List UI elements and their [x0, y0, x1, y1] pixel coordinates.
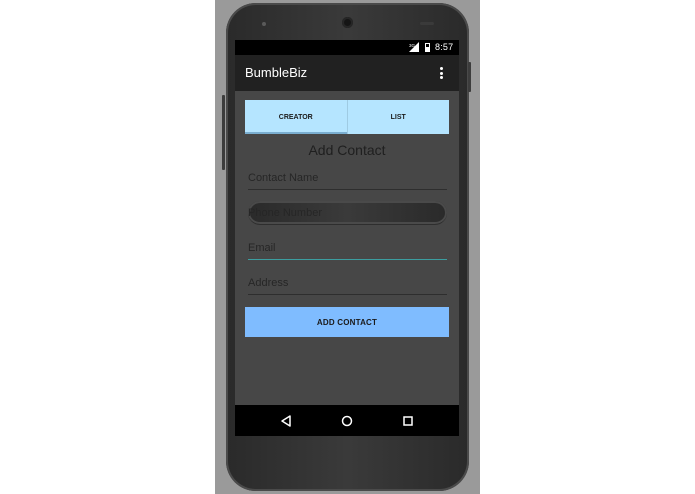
tab-list[interactable]: LIST	[346, 100, 450, 134]
address-input[interactable]	[248, 271, 447, 294]
add-contact-button[interactable]: ADD CONTACT	[245, 307, 449, 337]
contact-name-input[interactable]	[248, 166, 447, 189]
clock: 8:57	[435, 42, 454, 52]
device-screen: 3G 8:57 BumbleBiz CREATOR LIST Add Conta…	[235, 40, 459, 436]
email-field	[248, 236, 447, 260]
front-sensor	[262, 22, 266, 26]
front-camera	[342, 17, 353, 28]
address-field	[248, 271, 447, 295]
volume-button	[222, 95, 225, 170]
signal-icon: 3G	[409, 42, 419, 52]
contact-name-field	[248, 166, 447, 190]
more-vert-icon[interactable]	[439, 67, 445, 81]
navigation-bar	[235, 405, 459, 436]
home-circle-icon[interactable]	[340, 414, 354, 428]
back-triangle-icon[interactable]	[279, 414, 293, 428]
phone-number-input[interactable]	[248, 201, 447, 224]
battery-icon	[425, 43, 430, 52]
app-title: BumbleBiz	[245, 65, 308, 80]
status-bar: 3G 8:57	[235, 40, 459, 55]
power-button	[468, 62, 471, 92]
phone-number-field	[248, 201, 447, 225]
recents-square-icon[interactable]	[401, 414, 415, 428]
tab-creator[interactable]: CREATOR	[245, 100, 347, 134]
form-title: Add Contact	[308, 142, 386, 158]
email-input[interactable]	[248, 236, 447, 259]
earpiece	[420, 22, 434, 25]
app-bar: BumbleBiz	[235, 55, 459, 91]
tab-bar: CREATOR LIST	[245, 100, 449, 134]
signal-label: 3G	[409, 43, 416, 48]
